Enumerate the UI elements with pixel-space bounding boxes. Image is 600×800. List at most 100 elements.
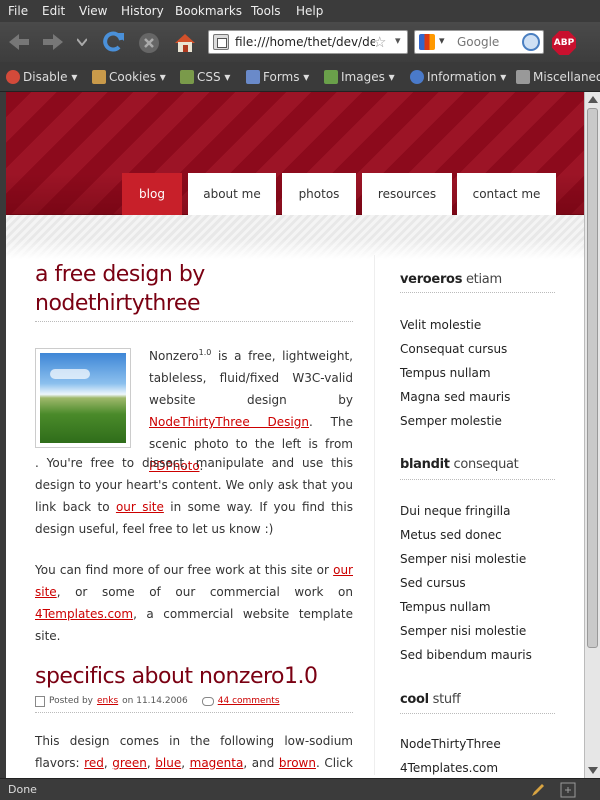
home-button[interactable] — [172, 30, 198, 56]
page-favicon-icon — [213, 34, 229, 50]
magenta-link[interactable]: magenta — [190, 756, 244, 770]
post-title: a free design by nodethirtythree — [35, 262, 205, 316]
vertical-scrollbar[interactable] — [584, 92, 600, 778]
back-button[interactable] — [4, 30, 34, 54]
dev-images-menu[interactable]: Images ▾ — [324, 70, 395, 84]
dev-information-menu[interactable]: Information ▾ — [410, 70, 506, 84]
dev-cookies-label: Cookies ▾ — [109, 70, 166, 84]
our-site-link[interactable]: our site — [116, 500, 164, 514]
text: , — [181, 756, 190, 770]
heading-bold: blandit — [400, 457, 450, 472]
sidebar-link[interactable]: Consequat cursus — [400, 342, 555, 356]
google-engine-icon[interactable] — [419, 34, 435, 50]
stop-icon — [139, 33, 159, 53]
tab-about-me[interactable]: about me — [188, 173, 276, 215]
posted-by-label: Posted by — [49, 696, 93, 706]
sidebar-link[interactable]: Sed cursus — [400, 576, 555, 590]
red-link[interactable]: red — [84, 756, 104, 770]
heading-rest: stuff — [428, 692, 461, 707]
dev-miscellaneous-menu[interactable]: Miscellaneo — [516, 70, 600, 84]
header-shadow-band — [6, 215, 584, 259]
sidebar-divider — [374, 255, 375, 775]
menu-help[interactable]: Help — [296, 4, 323, 18]
engine-dropdown-icon[interactable]: ▾ — [439, 34, 445, 47]
sidebar-link[interactable]: Magna sed mauris — [400, 390, 555, 404]
post-paragraph-2: You can find more of our free work at th… — [35, 559, 353, 647]
tab-blog[interactable]: blog — [122, 173, 182, 215]
dev-images-label: Images ▾ — [341, 70, 395, 84]
bookmark-star-icon[interactable]: ☆ — [373, 33, 386, 51]
menu-bookmarks[interactable]: Bookmarks — [175, 4, 242, 18]
history-dropdown-button[interactable] — [74, 34, 90, 50]
reload-button[interactable] — [100, 29, 128, 55]
sidebar-link[interactable]: Dui neque fringilla — [400, 504, 555, 518]
tab-photos[interactable]: photos — [282, 173, 356, 215]
blue-link[interactable]: blue — [155, 756, 181, 770]
url-bar[interactable]: ☆ ▾ — [208, 30, 408, 54]
forward-button[interactable] — [38, 30, 68, 54]
post-paragraph-1: . You're free to dissect, manipulate and… — [35, 342, 353, 540]
green-link[interactable]: green — [112, 756, 147, 770]
back-arrow-icon — [9, 34, 29, 50]
4templates-link[interactable]: 4Templates.com — [35, 607, 133, 621]
navigation-toolbar: ☆ ▾ ▾ ABP — [0, 22, 600, 62]
comments-icon — [201, 696, 214, 706]
dev-forms-label: Forms ▾ — [263, 70, 310, 84]
sidebar-link[interactable]: Metus sed donec — [400, 528, 555, 542]
tab-contact-me[interactable]: contact me — [457, 173, 556, 215]
sidebar-heading-3: cool stuff — [400, 692, 555, 707]
search-input[interactable] — [457, 34, 521, 50]
comments-link[interactable]: 44 comments — [218, 696, 280, 706]
forward-arrow-icon — [43, 34, 63, 50]
tab-resources[interactable]: resources — [362, 173, 452, 215]
url-input[interactable] — [235, 34, 375, 50]
url-dropdown-icon[interactable]: ▾ — [395, 34, 401, 47]
author-link[interactable]: enks — [97, 696, 118, 706]
forms-icon — [246, 70, 260, 84]
css-icon — [180, 70, 194, 84]
page-icon — [35, 695, 45, 707]
sidebar-link[interactable]: Tempus nullam — [400, 366, 555, 380]
menu-tools[interactable]: Tools — [251, 4, 281, 18]
scrollbar-thumb[interactable] — [587, 108, 598, 648]
menu-history[interactable]: History — [121, 4, 164, 18]
sidebar-link[interactable]: Velit molestie — [400, 318, 555, 332]
dev-disable-label: Disable ▾ — [23, 70, 78, 84]
dev-css-menu[interactable]: CSS ▾ — [180, 70, 230, 84]
sidebar-link[interactable]: Semper nisi molestie — [400, 624, 555, 638]
sidebar-link[interactable]: 4Templates.com — [400, 761, 555, 775]
images-icon — [324, 70, 338, 84]
resize-grip-icon[interactable] — [560, 782, 576, 798]
dev-disable-menu[interactable]: Disable ▾ — [6, 70, 77, 84]
meta-divider — [35, 712, 353, 713]
adblock-icon[interactable]: ABP — [552, 31, 576, 55]
miscellaneous-icon — [516, 70, 530, 84]
sidebar-link[interactable]: Semper molestie — [400, 414, 555, 428]
menu-edit[interactable]: Edit — [42, 4, 65, 18]
sidebar-link[interactable]: Sed bibendum mauris — [400, 648, 555, 662]
pencil-icon[interactable] — [530, 782, 546, 798]
chevron-down-icon — [77, 38, 87, 46]
dev-information-label: Information ▾ — [427, 70, 507, 84]
title-divider — [35, 321, 353, 322]
sidebar-link[interactable]: Semper nisi molestie — [400, 552, 555, 566]
post-title-2: specifics about nonzero1.0 — [35, 664, 318, 689]
page-viewport: blog about me photos resources contact m… — [0, 92, 600, 778]
text: You can find more of our free work at th… — [35, 563, 334, 577]
stop-button[interactable] — [136, 30, 162, 56]
menu-file[interactable]: File — [8, 4, 28, 18]
dev-cookies-menu[interactable]: Cookies ▾ — [92, 70, 166, 84]
sidebar-link[interactable]: NodeThirtyThree — [400, 737, 555, 751]
dev-forms-menu[interactable]: Forms ▾ — [246, 70, 309, 84]
post-meta: Posted by enks on 11.14.2006 44 comments — [35, 693, 355, 709]
menu-view[interactable]: View — [79, 4, 107, 18]
scroll-up-icon[interactable] — [588, 96, 598, 103]
brown-link[interactable]: brown — [279, 756, 316, 770]
cookies-icon — [92, 70, 106, 84]
scroll-down-icon[interactable] — [588, 767, 598, 774]
status-bar: Done — [0, 778, 600, 800]
post-paragraph-3: This design comes in the following low-s… — [35, 730, 353, 778]
search-icon[interactable] — [522, 33, 540, 51]
sidebar-link[interactable]: Tempus nullam — [400, 600, 555, 614]
search-bar[interactable]: ▾ — [414, 30, 544, 54]
